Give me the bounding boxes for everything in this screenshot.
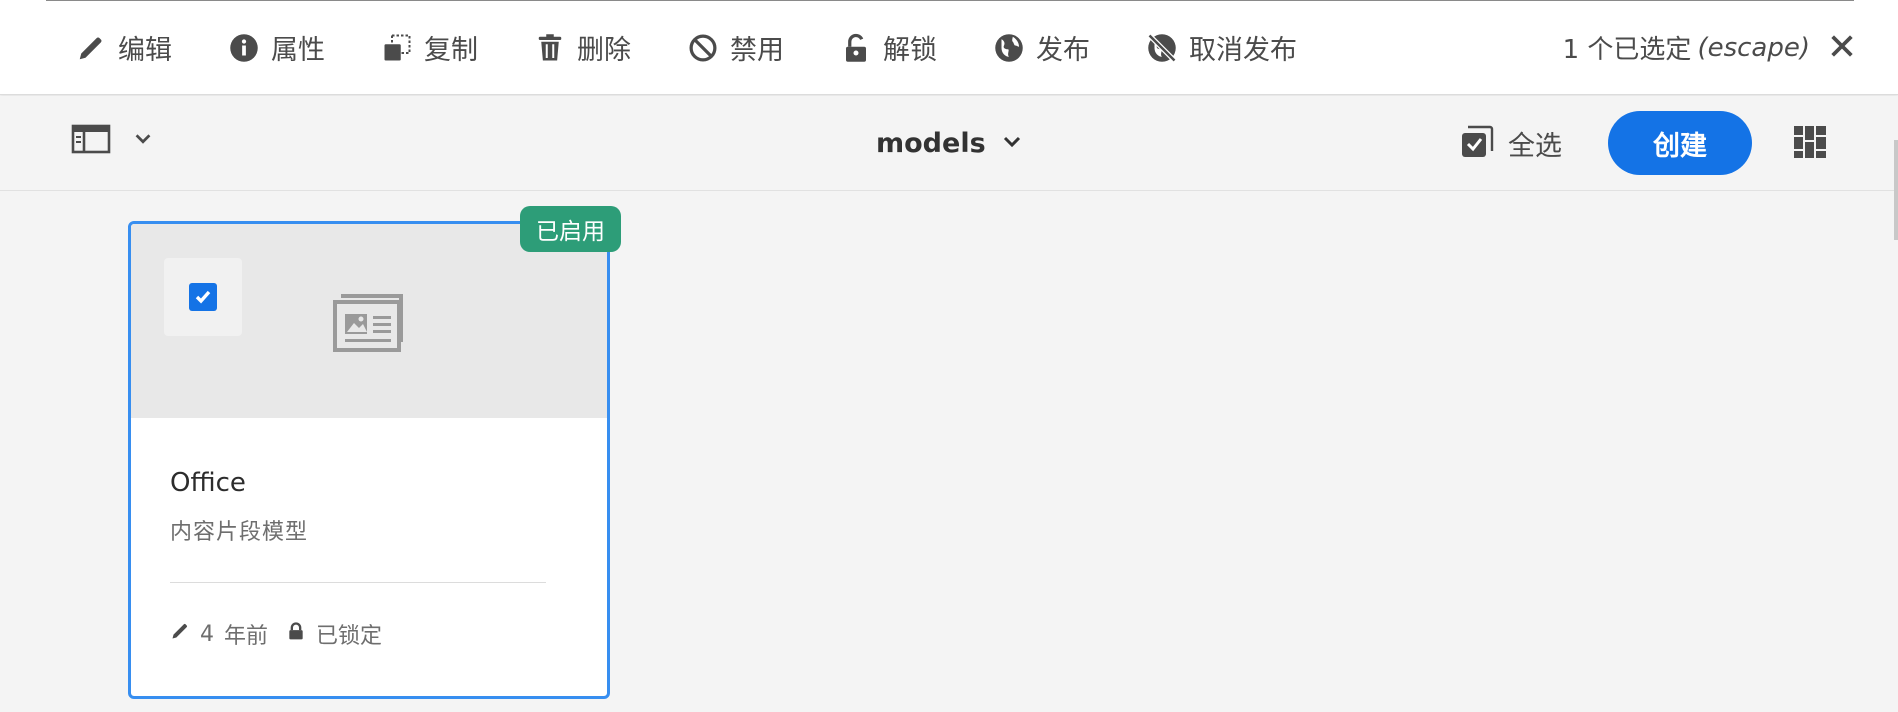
pencil-icon <box>74 31 108 65</box>
card-divider <box>170 582 546 583</box>
scrollbar[interactable] <box>1894 140 1898 240</box>
card-type-label: 内容片段模型 <box>170 520 309 545</box>
edit-button[interactable]: 编辑 <box>74 24 172 72</box>
selection-status: 1 个已选定 (escape) <box>1563 0 1810 95</box>
copy-label: 复制 <box>424 35 478 66</box>
card-view-switcher[interactable] <box>1790 122 1830 162</box>
select-all-icon <box>1460 125 1494 163</box>
card-meta: 4 年前 已锁定 <box>170 618 382 650</box>
folder-title: models <box>876 128 986 159</box>
card-checkbox[interactable] <box>189 283 217 311</box>
properties-label: 属性 <box>271 35 325 66</box>
card-thumbnail <box>131 224 607 418</box>
chevron-down-icon <box>132 128 154 154</box>
copy-button[interactable]: 复制 <box>380 24 478 72</box>
chevron-down-icon <box>1000 130 1024 158</box>
pencil-icon <box>170 621 190 647</box>
unlock-label: 解锁 <box>883 35 937 66</box>
header-bar: models 全选 创建 <box>0 96 1898 191</box>
rail-icon <box>70 121 112 161</box>
globe-strike-icon <box>1145 31 1179 65</box>
unlock-button[interactable]: 解锁 <box>839 24 937 72</box>
unpublish-button[interactable]: 取消发布 <box>1145 24 1297 72</box>
select-all-button[interactable]: 全选 <box>1460 96 1562 191</box>
trash-icon <box>533 31 567 65</box>
action-list: 编辑 属性 复制 删除 禁用 解锁 发布 取消发布 <box>74 0 1352 95</box>
grid-view-icon <box>1794 126 1826 158</box>
rail-toggle-button[interactable] <box>70 121 154 161</box>
card-title: Office <box>170 468 246 498</box>
selection-count: 1 个已选定 <box>1562 35 1692 65</box>
action-bar: 编辑 属性 复制 删除 禁用 解锁 发布 取消发布 1 个已选定 (escape… <box>0 0 1898 95</box>
modified-unit: 年前 <box>224 624 269 649</box>
modified-count: 4 <box>200 621 214 647</box>
info-icon <box>227 31 261 65</box>
lock-status: 已锁定 <box>316 624 383 649</box>
folder-title-dropdown[interactable]: models <box>876 96 1024 191</box>
disable-label: 禁用 <box>730 35 784 66</box>
create-button[interactable]: 创建 <box>1608 111 1752 175</box>
globe-icon <box>992 31 1026 65</box>
edit-label: 编辑 <box>118 35 172 66</box>
close-icon <box>1831 35 1853 57</box>
delete-label: 删除 <box>577 35 631 66</box>
properties-button[interactable]: 属性 <box>227 24 325 72</box>
publish-label: 发布 <box>1036 35 1090 66</box>
status-badge: 已启用 <box>520 206 621 252</box>
close-selection-button[interactable] <box>1824 28 1860 64</box>
disable-button[interactable]: 禁用 <box>686 24 784 72</box>
copy-icon <box>380 31 414 65</box>
delete-button[interactable]: 删除 <box>533 24 631 72</box>
disable-icon <box>686 31 720 65</box>
publish-button[interactable]: 发布 <box>992 24 1090 72</box>
lock-icon <box>286 621 306 647</box>
select-all-label: 全选 <box>1508 131 1562 162</box>
unpublish-label: 取消发布 <box>1189 35 1297 66</box>
checkmark-icon <box>195 290 211 304</box>
unlock-icon <box>839 31 873 65</box>
card-select-area[interactable] <box>164 258 242 336</box>
escape-hint: (escape) <box>1697 32 1810 63</box>
content-fragment-icon <box>331 292 407 354</box>
content-fragment-model-card[interactable]: Office 内容片段模型 4 年前 已锁定 <box>128 221 610 699</box>
